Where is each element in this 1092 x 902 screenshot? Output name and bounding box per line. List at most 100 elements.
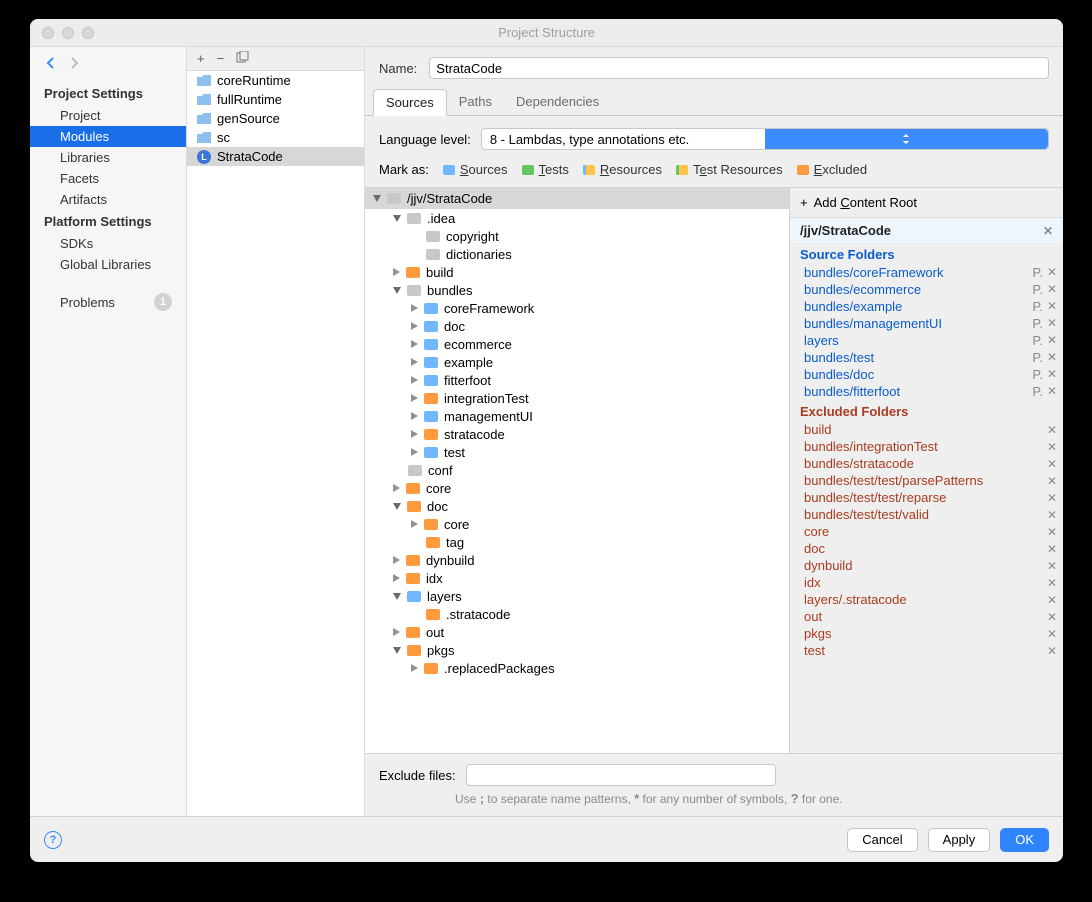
tree-node[interactable]: .stratacode [365, 605, 789, 623]
remove-folder-icon[interactable]: ✕ [1047, 491, 1057, 505]
tree-node[interactable]: dictionaries [365, 245, 789, 263]
tab-dependencies[interactable]: Dependencies [504, 89, 611, 115]
tree-node[interactable]: core [365, 479, 789, 497]
exc-folder-row[interactable]: bundles/integrationTest✕ [790, 438, 1063, 455]
module-item-coreruntime[interactable]: coreRuntime [187, 71, 364, 90]
close-dot[interactable] [42, 27, 54, 39]
expand-icon[interactable] [393, 268, 400, 276]
remove-folder-icon[interactable]: ✕ [1047, 384, 1057, 399]
expand-icon[interactable] [411, 358, 418, 366]
tree-node[interactable]: bundles [365, 281, 789, 299]
copy-module-icon[interactable] [236, 51, 249, 67]
tree-node[interactable]: out [365, 623, 789, 641]
remove-folder-icon[interactable]: ✕ [1047, 508, 1057, 522]
remove-folder-icon[interactable]: ✕ [1047, 627, 1057, 641]
exc-folder-row[interactable]: bundles/test/test/reparse✕ [790, 489, 1063, 506]
mark-resources-button[interactable]: Resources [583, 162, 662, 177]
remove-folder-icon[interactable]: ✕ [1047, 610, 1057, 624]
collapse-icon[interactable] [393, 215, 401, 222]
remove-folder-icon[interactable]: ✕ [1047, 350, 1057, 365]
expand-icon[interactable] [411, 322, 418, 330]
remove-folder-icon[interactable]: ✕ [1047, 333, 1057, 348]
remove-folder-icon[interactable]: ✕ [1047, 576, 1057, 590]
minimize-dot[interactable] [62, 27, 74, 39]
sidebar-item-project[interactable]: Project [30, 105, 186, 126]
expand-icon[interactable] [411, 376, 418, 384]
tree-node[interactable]: copyright [365, 227, 789, 245]
exc-folder-row[interactable]: out✕ [790, 608, 1063, 625]
tree-node[interactable]: fitterfoot [365, 371, 789, 389]
sidebar-item-modules[interactable]: Modules [30, 126, 186, 147]
remove-folder-icon[interactable]: ✕ [1047, 316, 1057, 331]
exc-folder-row[interactable]: bundles/stratacode✕ [790, 455, 1063, 472]
tree-node[interactable]: .replacedPackages [365, 659, 789, 677]
tree-node[interactable]: coreFramework [365, 299, 789, 317]
expand-icon[interactable] [411, 412, 418, 420]
add-module-icon[interactable]: + [197, 51, 205, 66]
tree-node[interactable]: doc [365, 317, 789, 335]
module-name-input[interactable] [429, 57, 1049, 79]
expand-icon[interactable] [411, 430, 418, 438]
sidebar-item-artifacts[interactable]: Artifacts [30, 189, 186, 210]
zoom-dot[interactable] [82, 27, 94, 39]
mark-excluded-button[interactable]: Excluded [797, 162, 867, 177]
apply-button[interactable]: Apply [928, 828, 991, 852]
src-folder-row[interactable]: bundles/exampleP.✕ [790, 298, 1063, 315]
collapse-icon[interactable] [393, 593, 401, 600]
remove-folder-icon[interactable]: ✕ [1047, 457, 1057, 471]
module-item-gensource[interactable]: genSource [187, 109, 364, 128]
exc-folder-row[interactable]: idx✕ [790, 574, 1063, 591]
mark-test-resources-button[interactable]: Test Resources [676, 162, 783, 177]
tree-node[interactable]: managementUI [365, 407, 789, 425]
properties-icon[interactable]: P. [1032, 367, 1043, 382]
sidebar-item-global-libraries[interactable]: Global Libraries [30, 254, 186, 275]
tree-node[interactable]: .idea [365, 209, 789, 227]
remove-folder-icon[interactable]: ✕ [1047, 299, 1057, 314]
collapse-icon[interactable] [393, 647, 401, 654]
nav-back-icon[interactable] [46, 57, 58, 72]
expand-icon[interactable] [411, 664, 418, 672]
module-item-stratacode[interactable]: LStrataCode [187, 147, 364, 166]
tree-node[interactable]: stratacode [365, 425, 789, 443]
tree-node[interactable]: ecommerce [365, 335, 789, 353]
exc-folder-row[interactable]: dynbuild✕ [790, 557, 1063, 574]
folder-tree[interactable]: /jjv/StrataCode .ideacopyrightdictionari… [365, 188, 790, 753]
tab-sources[interactable]: Sources [373, 89, 447, 116]
remove-folder-icon[interactable]: ✕ [1047, 542, 1057, 556]
src-folder-row[interactable]: bundles/docP.✕ [790, 366, 1063, 383]
tab-paths[interactable]: Paths [447, 89, 504, 115]
expand-icon[interactable] [411, 340, 418, 348]
language-level-select[interactable]: 8 - Lambdas, type annotations etc. [481, 128, 1049, 150]
remove-folder-icon[interactable]: ✕ [1047, 525, 1057, 539]
tree-node[interactable]: test [365, 443, 789, 461]
remove-folder-icon[interactable]: ✕ [1047, 265, 1057, 280]
expand-icon[interactable] [411, 448, 418, 456]
mark-sources-button[interactable]: Sources [443, 162, 508, 177]
expand-icon[interactable] [373, 195, 381, 202]
exc-folder-row[interactable]: layers/.stratacode✕ [790, 591, 1063, 608]
tree-node[interactable]: pkgs [365, 641, 789, 659]
tree-node[interactable]: conf [365, 461, 789, 479]
properties-icon[interactable]: P. [1032, 299, 1043, 314]
exc-folder-row[interactable]: doc✕ [790, 540, 1063, 557]
src-folder-row[interactable]: bundles/coreFrameworkP.✕ [790, 264, 1063, 281]
collapse-icon[interactable] [393, 287, 401, 294]
tree-node[interactable]: integrationTest [365, 389, 789, 407]
remove-folder-icon[interactable]: ✕ [1047, 423, 1057, 437]
sidebar-item-problems[interactable]: Problems 1 [30, 289, 186, 315]
tree-node[interactable]: idx [365, 569, 789, 587]
tree-node[interactable]: layers [365, 587, 789, 605]
tree-node[interactable]: core [365, 515, 789, 533]
remove-folder-icon[interactable]: ✕ [1047, 440, 1057, 454]
module-item-sc[interactable]: sc [187, 128, 364, 147]
src-folder-row[interactable]: bundles/testP.✕ [790, 349, 1063, 366]
module-item-fullruntime[interactable]: fullRuntime [187, 90, 364, 109]
ok-button[interactable]: OK [1000, 828, 1049, 852]
expand-icon[interactable] [393, 574, 400, 582]
properties-icon[interactable]: P. [1032, 350, 1043, 365]
collapse-icon[interactable] [393, 503, 401, 510]
cancel-button[interactable]: Cancel [847, 828, 917, 852]
sidebar-item-sdks[interactable]: SDKs [30, 233, 186, 254]
exc-folder-row[interactable]: pkgs✕ [790, 625, 1063, 642]
remove-folder-icon[interactable]: ✕ [1047, 282, 1057, 297]
